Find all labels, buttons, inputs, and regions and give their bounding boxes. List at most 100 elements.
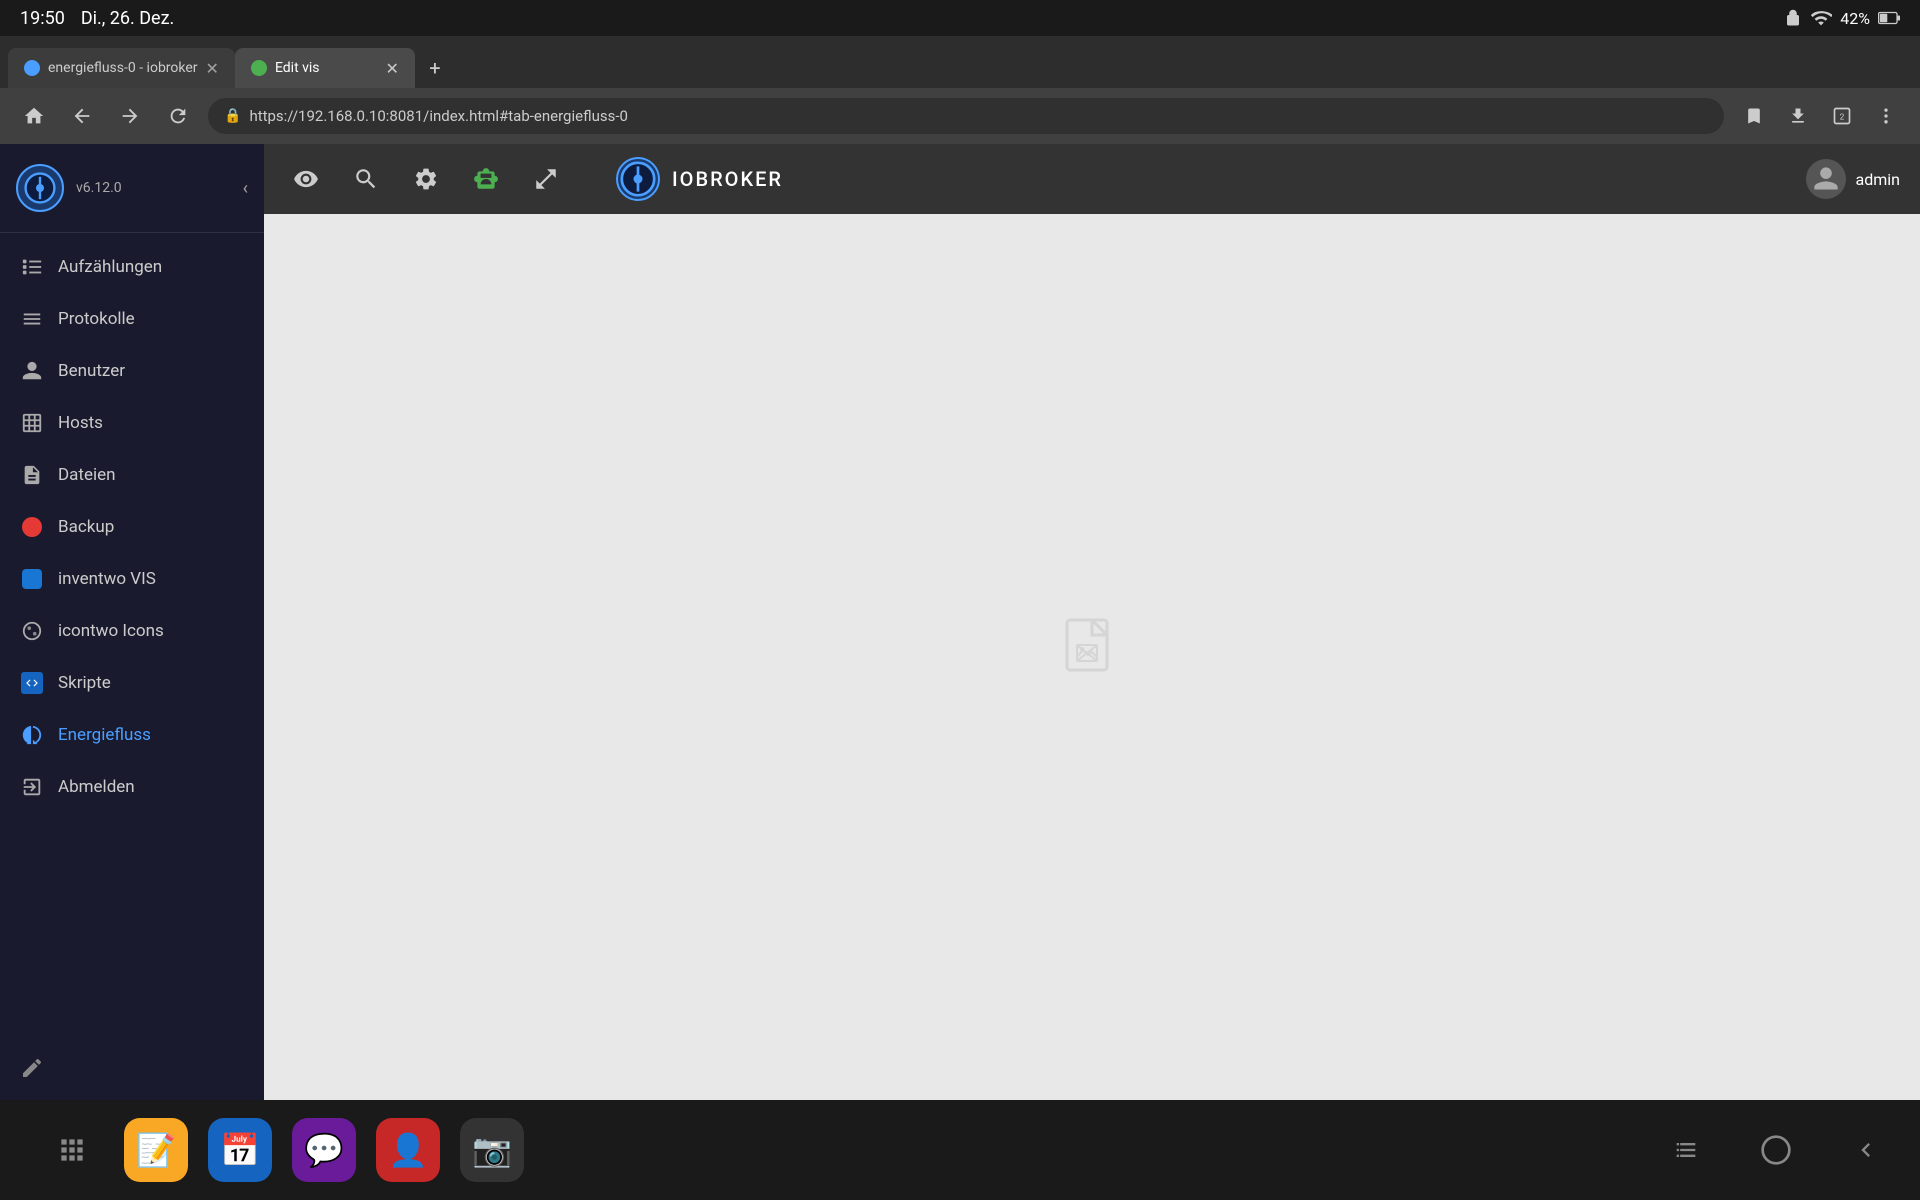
sidebar-item-skripte[interactable]: Skripte [0,657,264,709]
sidebar-logo [16,164,64,212]
sidebar-item-label-inventwo: inventwo VIS [58,569,156,589]
chat-app-icon[interactable]: 💬 [292,1118,356,1182]
sidebar-item-dateien[interactable]: Dateien [0,449,264,501]
sidebar-item-hosts[interactable]: Hosts [0,397,264,449]
sidebar-item-label-backup: Backup [58,517,114,537]
bookmark-button[interactable] [1736,98,1772,134]
app-title: IOBROKER [672,167,783,191]
sidebar: v6.12.0 ‹ Aufzählungen Protokolle [0,144,264,1100]
tab-close-energiefluss[interactable]: ✕ [206,59,219,78]
sidebar-item-backup[interactable]: Backup [0,501,264,553]
tab-close-editvis[interactable]: ✕ [386,59,399,78]
inventwo-icon [20,567,44,591]
username-label: admin [1856,170,1900,189]
energiefluss-icon [20,723,44,747]
android-nav-bar: 📝 📅 💬 👤 📷 [0,1100,1920,1200]
protokolle-icon [20,307,44,331]
tab-label-energiefluss: energiefluss-0 - iobroker [48,60,198,76]
edit-button[interactable] [0,1040,264,1100]
sidebar-item-label-aufzaehlungen: Aufzählungen [58,257,162,277]
sidebar-item-aufzaehlungen[interactable]: Aufzählungen [0,241,264,293]
sidebar-item-label-energiefluss: Energiefluss [58,725,151,745]
visibility-button[interactable] [284,157,328,201]
sidebar-item-label-hosts: Hosts [58,413,103,433]
browser-toolbar: 🔒 https://192.168.0.10:8081/index.html#t… [0,88,1920,144]
toolbar-actions: 2 [1736,98,1904,134]
benutzer-icon [20,359,44,383]
notes-app-icon[interactable]: 📝 [124,1118,188,1182]
tab-count-button[interactable]: 2 [1824,98,1860,134]
sidebar-collapse-button[interactable]: ‹ [243,178,248,199]
back-button[interactable] [1852,1136,1880,1164]
time: 19:50 [20,8,65,29]
dateien-icon [20,463,44,487]
sidebar-item-abmelden[interactable]: Abmelden [0,761,264,813]
reload-nav-button[interactable] [160,98,196,134]
aufzaehlungen-icon [20,255,44,279]
address-bar[interactable]: 🔒 https://192.168.0.10:8081/index.html#t… [208,98,1724,134]
status-left: 19:50 Di., 26. Dez. [20,8,174,29]
status-bar: 19:50 Di., 26. Dez. 42% [0,0,1920,36]
sidebar-version: v6.12.0 [76,180,231,196]
app-logo-area: IOBROKER [616,157,783,201]
sidebar-item-label-skripte: Skripte [58,673,111,693]
sidebar-item-label-protokolle: Protokolle [58,309,135,329]
home-nav-button[interactable] [16,98,52,134]
recent-apps-button[interactable] [1672,1136,1700,1164]
sidebar-nav: Aufzählungen Protokolle Benutzer [0,233,264,1040]
sidebar-item-protokolle[interactable]: Protokolle [0,293,264,345]
app-drawer-button[interactable] [40,1118,104,1182]
tab-energiefluss[interactable]: energiefluss-0 - iobroker ✕ [8,48,235,88]
skripte-icon [20,671,44,695]
app-container: v6.12.0 ‹ Aufzählungen Protokolle [0,144,1920,1100]
main-content: IOBROKER admin [264,144,1920,1100]
content-area [264,214,1920,1100]
lock-icon: 🔒 [224,108,241,124]
resize-button[interactable] [524,157,568,201]
tab-editvis[interactable]: Edit vis ✕ [235,48,415,88]
android-app-tray: 📝 📅 💬 👤 📷 [40,1118,524,1182]
settings-button[interactable] [344,157,388,201]
sidebar-item-label-benutzer: Benutzer [58,361,125,381]
sidebar-item-inventwo[interactable]: inventwo VIS [0,553,264,605]
abmelden-icon [20,775,44,799]
battery-icon [1878,11,1900,25]
sidebar-item-icontwo[interactable]: icontwo Icons [0,605,264,657]
browser-tabs: energiefluss-0 - iobroker ✕ Edit vis ✕ + [0,36,1920,88]
camera-app-icon[interactable]: 📷 [460,1118,524,1182]
user-avatar [1806,159,1846,199]
sidebar-item-label-icontwo: icontwo Icons [58,621,164,641]
tab-icon-energiefluss [24,60,40,76]
back-nav-button[interactable] [64,98,100,134]
home-button[interactable] [1760,1134,1792,1166]
sidebar-header: v6.12.0 ‹ [0,144,264,233]
menu-button[interactable] [1868,98,1904,134]
sidebar-item-energiefluss[interactable]: Energiefluss [0,709,264,761]
forward-nav-button[interactable] [112,98,148,134]
icontwo-icon [20,619,44,643]
people-app-icon[interactable]: 👤 [376,1118,440,1182]
svg-text:2: 2 [1840,112,1845,122]
app-toolbar: IOBROKER admin [264,144,1920,214]
calendar-app-icon[interactable]: 📅 [208,1118,272,1182]
backup-icon [20,515,44,539]
battery-level: 42% [1840,9,1870,28]
sidebar-item-benutzer[interactable]: Benutzer [0,345,264,397]
app-logo [616,157,660,201]
download-button[interactable] [1780,98,1816,134]
lock-status-icon [1784,9,1802,27]
adapter-button[interactable] [464,157,508,201]
config-button[interactable] [404,157,448,201]
app-user: admin [1806,159,1900,199]
date: Di., 26. Dez. [81,8,174,29]
android-nav-buttons [1672,1134,1880,1166]
sidebar-item-label-abmelden: Abmelden [58,777,135,797]
empty-state-icon [1052,615,1132,699]
hosts-icon [20,411,44,435]
tab-icon-editvis [251,60,267,76]
tab-new-button[interactable]: + [415,48,455,88]
tab-label-editvis: Edit vis [275,60,320,76]
sidebar-item-label-dateien: Dateien [58,465,116,485]
status-right: 42% [1784,7,1900,29]
url-text: https://192.168.0.10:8081/index.html#tab… [249,107,627,125]
